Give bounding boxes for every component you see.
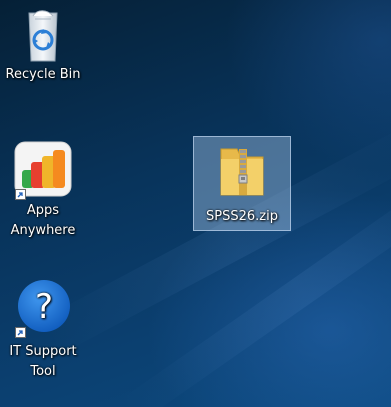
desktop: Recycle Bin Apps Anywhere SPSS26.zip ? I… xyxy=(0,0,391,407)
it-support-tool-label: IT Support Tool xyxy=(9,344,77,379)
recycle-bin-desktop-icon[interactable]: Recycle Bin xyxy=(0,5,86,95)
shortcut-arrow-icon xyxy=(15,189,26,200)
zip-folder-icon xyxy=(220,148,264,196)
svg-text:?: ? xyxy=(35,287,53,327)
recycle-bin-label: Recycle Bin xyxy=(5,67,81,82)
spss26-zip-desktop-icon[interactable]: SPSS26.zip xyxy=(193,136,291,231)
recycle-bin-icon xyxy=(28,10,58,62)
apps-anywhere-label: Apps Anywhere xyxy=(10,203,76,238)
spss26-zip-label: SPSS26.zip xyxy=(206,209,278,224)
it-support-tool-desktop-icon[interactable]: ? IT Support Tool xyxy=(0,278,86,388)
shortcut-arrow-icon xyxy=(15,327,26,338)
apps-anywhere-desktop-icon[interactable]: Apps Anywhere xyxy=(0,140,86,250)
